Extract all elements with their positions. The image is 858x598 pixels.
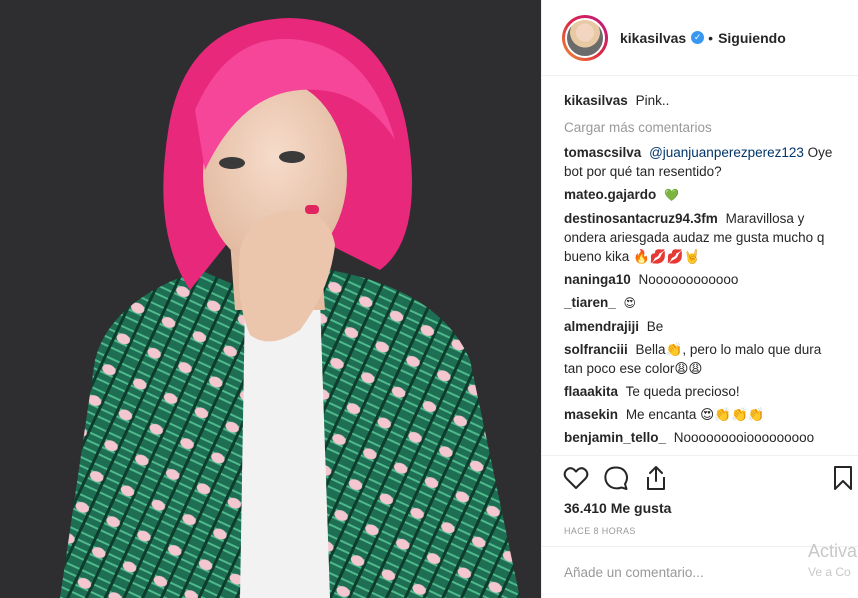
- post-photo[interactable]: [0, 0, 541, 598]
- likes-count[interactable]: 36.410 Me gusta: [564, 500, 671, 516]
- caption-text: Pink..: [635, 93, 670, 108]
- comment-item: flaaakita Te queda precioso!: [564, 382, 839, 401]
- comment-button[interactable]: [602, 464, 630, 492]
- comment-item: _tiaren_ 😍: [564, 293, 839, 313]
- comment-item: benjamin_tello_ Nooooooooiooooooooo: [564, 428, 839, 447]
- post-header: kikasilvas ✓ • Siguiendo: [542, 0, 858, 76]
- post-username[interactable]: kikasilvas: [620, 30, 686, 46]
- comment-text: Nooooooooiooooooooo: [673, 430, 815, 445]
- comment-item: solfranciii Bella👏, pero lo malo que dur…: [564, 340, 839, 378]
- comment-username[interactable]: flaaakita: [564, 384, 618, 399]
- comment-item: naninga10 Noooooooooooo: [564, 270, 839, 289]
- share-button[interactable]: [642, 464, 670, 492]
- comment-username[interactable]: tomascsilva: [564, 145, 641, 160]
- share-icon: [647, 466, 665, 490]
- heart-icon: [563, 467, 589, 489]
- like-button[interactable]: [562, 464, 590, 492]
- post-actions-bar: [542, 455, 858, 499]
- comment-item: mateo.gajardo 💚: [564, 185, 839, 205]
- comment-username[interactable]: masekin: [564, 407, 618, 422]
- comment-text: Be: [646, 319, 664, 334]
- comment-item: masekin Me encanta 😍👏👏👏: [564, 405, 839, 424]
- load-more-comments-button[interactable]: Cargar más comentarios: [564, 120, 839, 135]
- comment-username[interactable]: solfranciii: [564, 342, 628, 357]
- bookmark-icon: [834, 466, 852, 490]
- comment-username[interactable]: _tiaren_: [564, 295, 616, 310]
- comment-text: 💚: [664, 188, 679, 202]
- comment-username[interactable]: mateo.gajardo: [564, 187, 656, 202]
- comment-username[interactable]: benjamin_tello_: [564, 430, 666, 445]
- comment-text: Te queda precioso!: [625, 384, 740, 399]
- post-timestamp[interactable]: HACE 8 HORAS: [564, 526, 636, 536]
- comment-item: almendrajiji Be: [564, 317, 839, 336]
- comment-text: 😍: [623, 296, 637, 310]
- comment-icon: [604, 466, 628, 490]
- comment-text: Me encanta 😍👏👏👏: [625, 407, 765, 422]
- comment-username[interactable]: naninga10: [564, 272, 631, 287]
- post-image: [0, 0, 541, 598]
- post-caption: kikasilvas Pink..: [564, 91, 839, 110]
- avatar[interactable]: [565, 17, 605, 58]
- add-comment-input[interactable]: [564, 561, 804, 583]
- comment-text: Noooooooooooo: [638, 272, 739, 287]
- post-side-panel: kikasilvas ✓ • Siguiendo kikasilvas Pink…: [541, 0, 858, 598]
- activation-watermark-title: Activa: [808, 541, 858, 561]
- save-button[interactable]: [829, 464, 857, 492]
- comment-username[interactable]: destinosantacruz94.3fm: [564, 211, 718, 226]
- activation-watermark-subtitle: Ve a Co: [808, 565, 851, 579]
- comment-item: destinosantacruz94.3fm Maravillosa y ond…: [564, 209, 839, 266]
- comment-username[interactable]: almendrajiji: [564, 319, 639, 334]
- verified-badge-icon: ✓: [691, 31, 705, 44]
- comments-list[interactable]: kikasilvas Pink.. Cargar más comentarios…: [542, 77, 858, 455]
- comment-mention[interactable]: @juanjuanperezperez123: [649, 145, 804, 160]
- following-button[interactable]: Siguiendo: [718, 30, 786, 46]
- comment-item: tomascsilva @juanjuanperezperez123 Oye b…: [564, 143, 839, 181]
- avatar-story-ring[interactable]: [562, 14, 608, 61]
- caption-username[interactable]: kikasilvas: [564, 93, 628, 108]
- separator-dot: •: [708, 29, 714, 46]
